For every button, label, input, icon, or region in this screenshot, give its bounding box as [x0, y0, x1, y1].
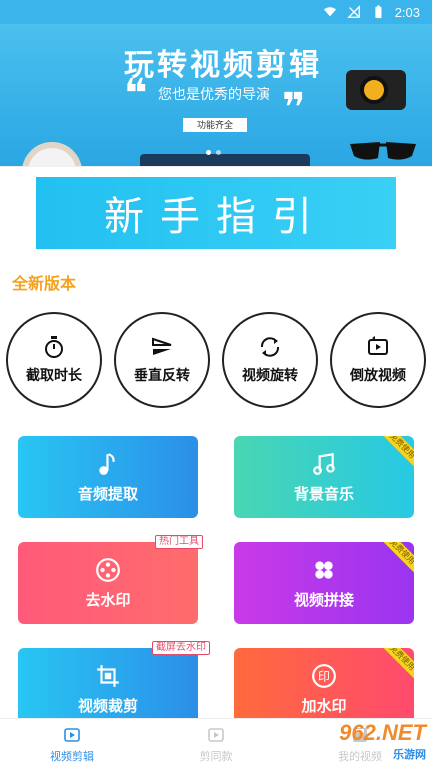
watermark-brand: 962.NET — [339, 720, 426, 745]
flip-vertical-button[interactable]: 垂直反转 — [114, 312, 210, 408]
video-join-label: 视频拼接 — [293, 591, 354, 609]
hot-tool-badge: 热门工具 — [155, 535, 203, 549]
tab-video-edit[interactable]: 视频剪辑 — [0, 719, 144, 769]
tab-same-template-label: 剪同款 — [199, 750, 233, 763]
free-ribbon: 免费使用 — [376, 648, 414, 684]
status-bar: 2:03 — [0, 0, 432, 24]
audio-extract-label: 音频提取 — [77, 485, 138, 503]
carousel-dot[interactable] — [206, 150, 211, 155]
free-ribbon: 免费使用 — [376, 542, 414, 578]
remove-watermark-card[interactable]: 去水印 — [18, 542, 198, 624]
banner-tag: 功能齐全 — [183, 118, 247, 132]
add-watermark-label: 加水印 — [301, 697, 347, 715]
video-crop-label: 视频裁剪 — [77, 697, 138, 715]
coffee-cup-image — [22, 142, 82, 166]
banner-title: 玩转视频剪辑 — [124, 49, 322, 82]
carousel-dots[interactable] — [206, 150, 221, 155]
svg-text:印: 印 — [318, 669, 330, 683]
quote-close-icon: ❞ — [282, 86, 306, 130]
music-notes-icon — [313, 452, 335, 475]
remove-watermark-label: 去水印 — [85, 591, 131, 609]
wifi-icon — [323, 7, 336, 17]
reverse-play-icon — [368, 336, 388, 355]
watermark-site: 乐游网 — [393, 749, 426, 761]
tab-video-edit-label: 视频剪辑 — [50, 750, 94, 763]
edit-video-icon — [64, 727, 80, 742]
flip-vertical-icon — [152, 337, 172, 355]
guide-section: 新手指引 — [0, 166, 432, 256]
quote-open-icon: ❝ — [124, 72, 148, 116]
film-reel-icon — [96, 557, 120, 582]
video-join-card[interactable]: 免费使用 视频拼接 — [234, 542, 414, 624]
music-note-icon — [99, 452, 115, 475]
tab-same-template[interactable]: 剪同款 — [144, 719, 288, 769]
sunglasses-icon — [350, 142, 416, 160]
battery-icon — [375, 5, 382, 19]
reverse-video-label: 倒放视频 — [350, 367, 406, 383]
rotate-video-button[interactable]: 视频旋转 — [222, 312, 318, 408]
rotate-video-label: 视频旋转 — [242, 367, 298, 383]
rotate-icon — [260, 337, 280, 357]
camera-icon — [346, 70, 406, 110]
beginner-guide-button[interactable]: 新手指引 — [36, 177, 396, 249]
promo-banner[interactable]: 玩转视频剪辑 ❝ 您也是优秀的导演 ❞ 功能齐全 — [0, 24, 432, 166]
stopwatch-icon — [45, 336, 63, 358]
round-tools-row: 截取时长 垂直反转 视频旋转 倒放视频 — [6, 312, 426, 408]
crop-icon — [97, 664, 119, 687]
reverse-video-button[interactable]: 倒放视频 — [330, 312, 426, 408]
screenshot-remove-watermark-badge: 截屏去水印 — [152, 641, 210, 655]
audio-extract-card[interactable]: 音频提取 — [18, 436, 198, 518]
no-signal-icon — [346, 5, 360, 18]
section-title: 全新版本 — [12, 276, 77, 293]
flip-vertical-label: 垂直反转 — [134, 367, 190, 383]
clover-icon — [315, 560, 333, 579]
status-time: 2:03 — [394, 4, 420, 20]
trim-duration-button[interactable]: 截取时长 — [6, 312, 102, 408]
template-icon — [208, 727, 224, 742]
background-music-card[interactable]: 免费使用 背景音乐 — [234, 436, 414, 518]
trim-duration-label: 截取时长 — [26, 367, 82, 383]
laptop-image — [140, 154, 310, 166]
carousel-dot[interactable] — [216, 150, 221, 155]
site-watermark: 962.NET 乐游网 — [339, 720, 426, 762]
banner-slogan: 您也是优秀的导演 — [158, 86, 270, 102]
background-music-label: 背景音乐 — [293, 485, 354, 503]
stamp-icon: 印 — [312, 663, 336, 688]
free-ribbon: 免费使用 — [376, 436, 414, 472]
